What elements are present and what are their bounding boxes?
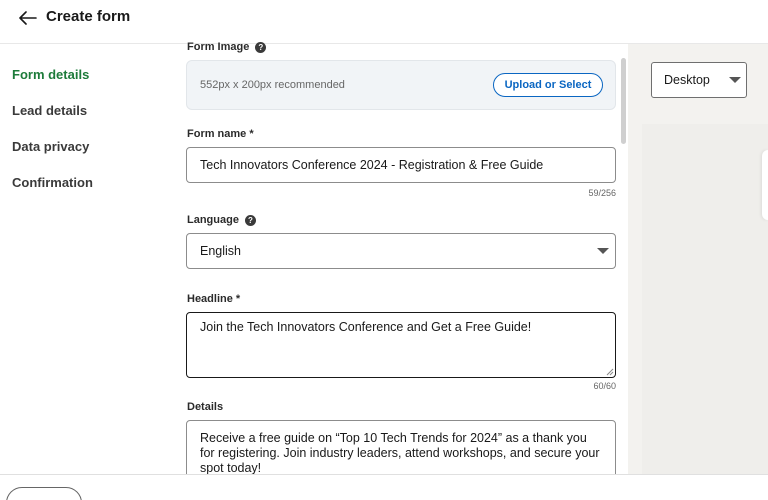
preview-canvas [642,124,768,474]
page-header: Create form [0,0,768,44]
chevron-down-icon [729,77,741,83]
language-selected-value: English [200,244,241,258]
nav-item-form-details[interactable]: Form details [12,67,89,82]
form-name-input[interactable]: Tech Innovators Conference 2024 - Regist… [186,147,616,183]
form-name-char-counter: 59/256 [588,188,616,198]
nav-item-lead-details[interactable]: Lead details [12,103,87,118]
arrow-left-icon [19,11,37,25]
help-icon[interactable]: ? [255,41,267,53]
back-button[interactable] [14,6,42,30]
resize-handle-icon[interactable] [606,368,614,376]
headline-label: Headline * [187,293,241,305]
details-label: Details [187,401,224,413]
nav-item-confirmation[interactable]: Confirmation [12,175,93,190]
image-size-hint: 552px x 200px recommended [200,79,345,91]
form-image-label: Form Image ? [187,41,267,53]
help-icon[interactable]: ? [244,214,256,226]
form-name-label: Form name * [187,128,254,140]
chevron-down-icon [597,248,609,254]
preview-card [762,150,768,220]
headline-char-counter: 60/60 [593,381,616,391]
form-scrollbar[interactable] [621,58,626,144]
upload-or-select-button[interactable]: Upload or Select [493,73,603,97]
language-label: Language ? [187,214,256,226]
page-title: Create form [46,8,131,25]
footer-bar [0,474,768,500]
language-select[interactable]: English [186,233,616,269]
headline-textarea[interactable]: Join the Tech Innovators Conference and … [186,312,616,378]
device-selected-value: Desktop [664,73,710,87]
footer-button[interactable] [6,487,82,500]
nav-item-data-privacy[interactable]: Data privacy [12,139,89,154]
